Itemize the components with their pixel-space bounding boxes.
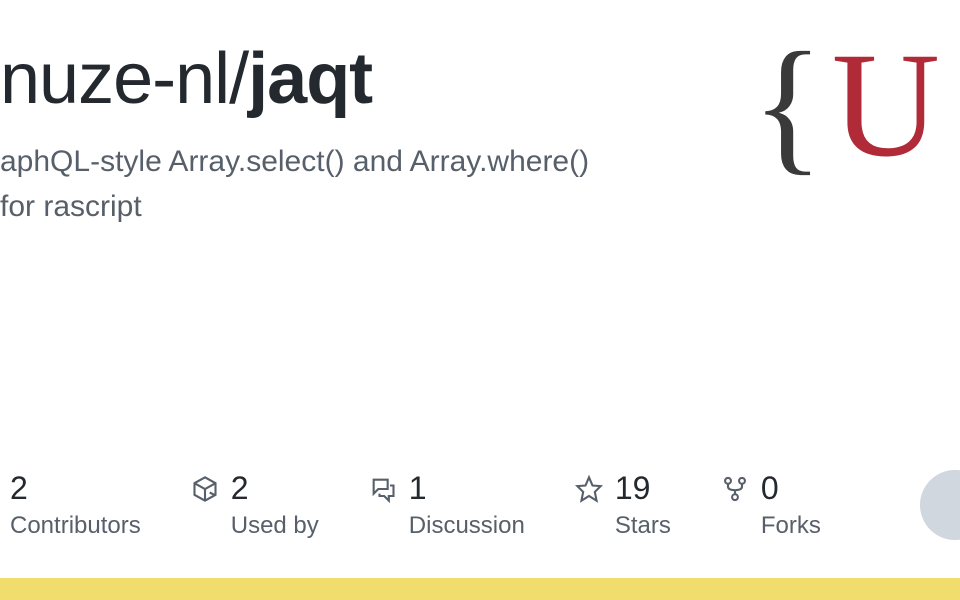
stat-label: Used by (231, 512, 319, 540)
stat-label: Stars (615, 512, 671, 540)
stats-bar: 2 Contributors 2 Used by 1 Discussion (0, 471, 960, 540)
stat-label: Contributors (10, 512, 141, 540)
repo-description: aphQL-style Array.select() and Array.whe… (0, 139, 600, 229)
stat-contributors[interactable]: 2 Contributors (10, 471, 141, 540)
repo-owner: nuze-nl/ (0, 39, 248, 119)
language-bar (0, 578, 960, 600)
repo-card: nuze-nl/jaqt aphQL-style Array.select() … (0, 0, 960, 600)
stat-number: 2 (231, 471, 319, 506)
repo-logo: {U (752, 30, 940, 180)
stat-number: 1 (409, 471, 525, 506)
stat-discussions[interactable]: 1 Discussion (369, 471, 525, 540)
stat-label: Forks (761, 512, 821, 540)
stat-forks[interactable]: 0 Forks (721, 471, 821, 540)
title-section: nuze-nl/jaqt aphQL-style Array.select() … (0, 40, 752, 229)
fork-icon (721, 475, 749, 503)
star-icon (575, 475, 603, 503)
stat-number: 0 (761, 471, 821, 506)
repo-name: jaqt (248, 39, 372, 119)
package-icon (191, 475, 219, 503)
stat-stars[interactable]: 19 Stars (575, 471, 671, 540)
stat-number: 19 (615, 471, 671, 506)
repo-title[interactable]: nuze-nl/jaqt (0, 40, 752, 119)
stat-used-by[interactable]: 2 Used by (191, 471, 319, 540)
comment-discussion-icon (369, 475, 397, 503)
header: nuze-nl/jaqt aphQL-style Array.select() … (0, 40, 960, 229)
stat-number: 2 (10, 471, 141, 506)
logo-brace: { (752, 30, 824, 180)
logo-letter: U (832, 30, 940, 180)
stat-label: Discussion (409, 512, 525, 540)
